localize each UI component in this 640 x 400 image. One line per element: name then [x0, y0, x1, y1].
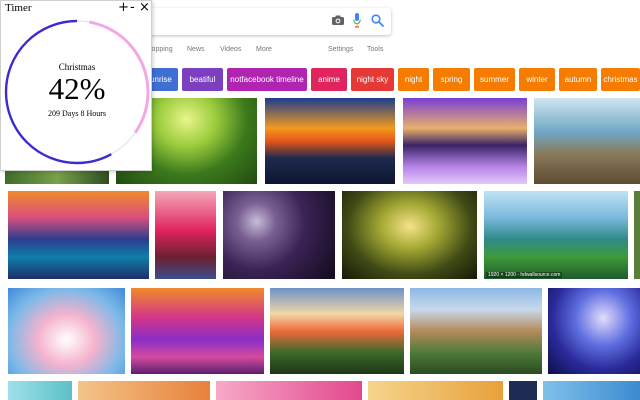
- image-result[interactable]: [5, 170, 109, 184]
- chip[interactable]: night: [398, 68, 429, 91]
- chip[interactable]: winter: [519, 68, 555, 91]
- image-result[interactable]: [155, 191, 216, 279]
- chip[interactable]: notfacebook timeline: [227, 68, 307, 91]
- image-result[interactable]: 1920 × 1200 - hdwallsource.com: [484, 191, 628, 279]
- timer-remaining: 209 Days 8 Hours: [48, 109, 106, 118]
- image-result[interactable]: [265, 98, 395, 184]
- image-result[interactable]: [216, 381, 362, 400]
- timer-popup: Timer + - × Christmas 42% 209 Days 8 Hou…: [0, 0, 152, 171]
- chip[interactable]: night sky: [351, 68, 394, 91]
- image-result[interactable]: [634, 191, 640, 279]
- image-result[interactable]: [548, 288, 640, 374]
- microphone-icon[interactable]: [353, 13, 361, 28]
- image-result[interactable]: [8, 191, 149, 279]
- image-result[interactable]: [223, 191, 335, 279]
- nav-tools[interactable]: Tools: [367, 46, 383, 53]
- chip[interactable]: autumn: [559, 68, 597, 91]
- search-bar[interactable]: [145, 8, 391, 35]
- chip[interactable]: anime: [311, 68, 347, 91]
- image-result[interactable]: [403, 98, 527, 184]
- chip[interactable]: summer: [474, 68, 515, 91]
- image-result[interactable]: [78, 381, 210, 400]
- chip[interactable]: christmas: [601, 68, 640, 91]
- chip[interactable]: spring: [433, 68, 470, 91]
- search-input[interactable]: [151, 13, 321, 29]
- image-result[interactable]: [8, 381, 72, 400]
- image-result[interactable]: [410, 288, 542, 374]
- image-result[interactable]: [342, 191, 477, 279]
- image-result[interactable]: [543, 381, 640, 400]
- timer-percent: 42%: [48, 71, 106, 106]
- image-result[interactable]: [534, 98, 640, 184]
- nav-settings[interactable]: Settings: [328, 46, 353, 53]
- image-result[interactable]: [270, 288, 404, 374]
- nav-news[interactable]: News: [187, 46, 205, 53]
- search-icon[interactable]: [371, 14, 384, 27]
- image-result[interactable]: [8, 288, 125, 374]
- chip[interactable]: beatiful: [182, 68, 223, 91]
- image-result[interactable]: [131, 288, 264, 374]
- image-result[interactable]: [509, 381, 537, 400]
- camera-icon[interactable]: [332, 15, 344, 25]
- image-caption: 1920 × 1200 - hdwallsource.com: [486, 272, 563, 278]
- nav-more[interactable]: More: [256, 46, 272, 53]
- nav-videos[interactable]: Videos: [220, 46, 241, 53]
- image-result[interactable]: [368, 381, 503, 400]
